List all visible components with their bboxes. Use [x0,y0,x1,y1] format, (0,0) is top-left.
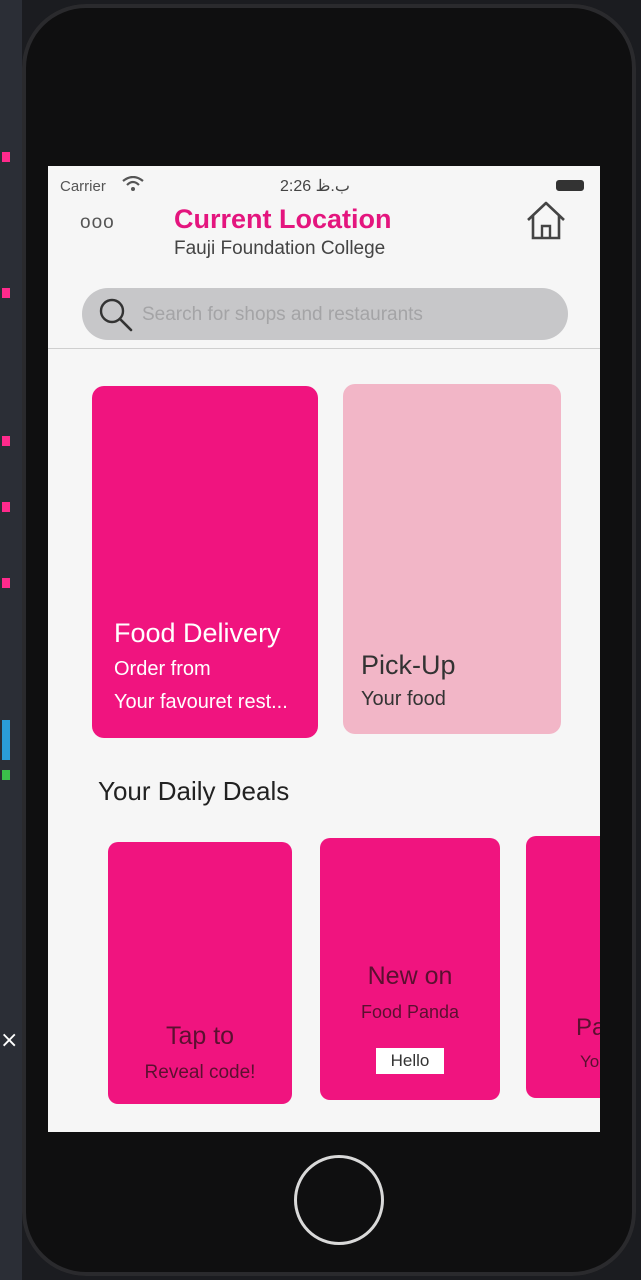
search-icon [99,298,133,332]
status-time: 2:26 ب.ظ [280,178,350,195]
background-mark [2,720,10,760]
deal-card[interactable]: Tap to Reveal code! [108,842,292,1104]
deal-title: Pa [576,1014,600,1041]
status-bar: Carrier 2:26 ب.ظ [48,166,600,202]
background-monitor [0,0,22,1280]
deal-subtitle: Reveal code! [144,1062,256,1083]
wifi-icon [122,176,144,191]
card-title: Pick-Up [361,650,456,680]
deal-title: New on [367,962,453,990]
background-mark [2,770,10,780]
search-input[interactable] [140,288,554,342]
deal-subtitle: Food Panda [360,1002,460,1022]
food-delivery-card[interactable]: Food Delivery Order from Your favouret r… [92,386,318,738]
location-subtitle: Fauji Foundation College [174,238,386,259]
deal-card[interactable]: Pa Yo [526,836,600,1098]
search-bar[interactable] [82,288,568,342]
carrier-label: Carrier [60,178,106,195]
background-mark [2,288,10,298]
background-mark [2,578,10,588]
deal-card[interactable]: New on Food Panda Hello [320,838,500,1100]
deal-subtitle: Yo [580,1052,600,1071]
deal-title: Tap to [165,1022,235,1050]
pick-up-card[interactable]: Pick-Up Your food [343,384,561,734]
daily-deals-heading: Your Daily Deals [98,776,290,806]
app-screen: Carrier 2:26 ب.ظ ooo Current Location Fa… [48,166,600,1132]
background-mark [2,152,10,162]
header-divider [48,348,600,349]
card-line: Your food [361,688,446,710]
home-button[interactable] [294,1155,384,1245]
card-line: Order from [114,658,211,680]
location-title[interactable]: Current Location [174,204,392,235]
phone-frame: Carrier 2:26 ب.ظ ooo Current Location Fa… [22,4,636,1276]
deal-tag: Hello [376,1048,444,1074]
close-icon: × [0,1028,19,1053]
home-icon[interactable] [524,198,568,242]
card-title: Food Delivery [114,618,281,648]
background-mark [2,502,10,512]
battery-icon [556,180,584,191]
card-line: Your favouret rest... [114,691,288,713]
background-mark [2,436,10,446]
menu-button[interactable]: ooo [80,212,115,234]
